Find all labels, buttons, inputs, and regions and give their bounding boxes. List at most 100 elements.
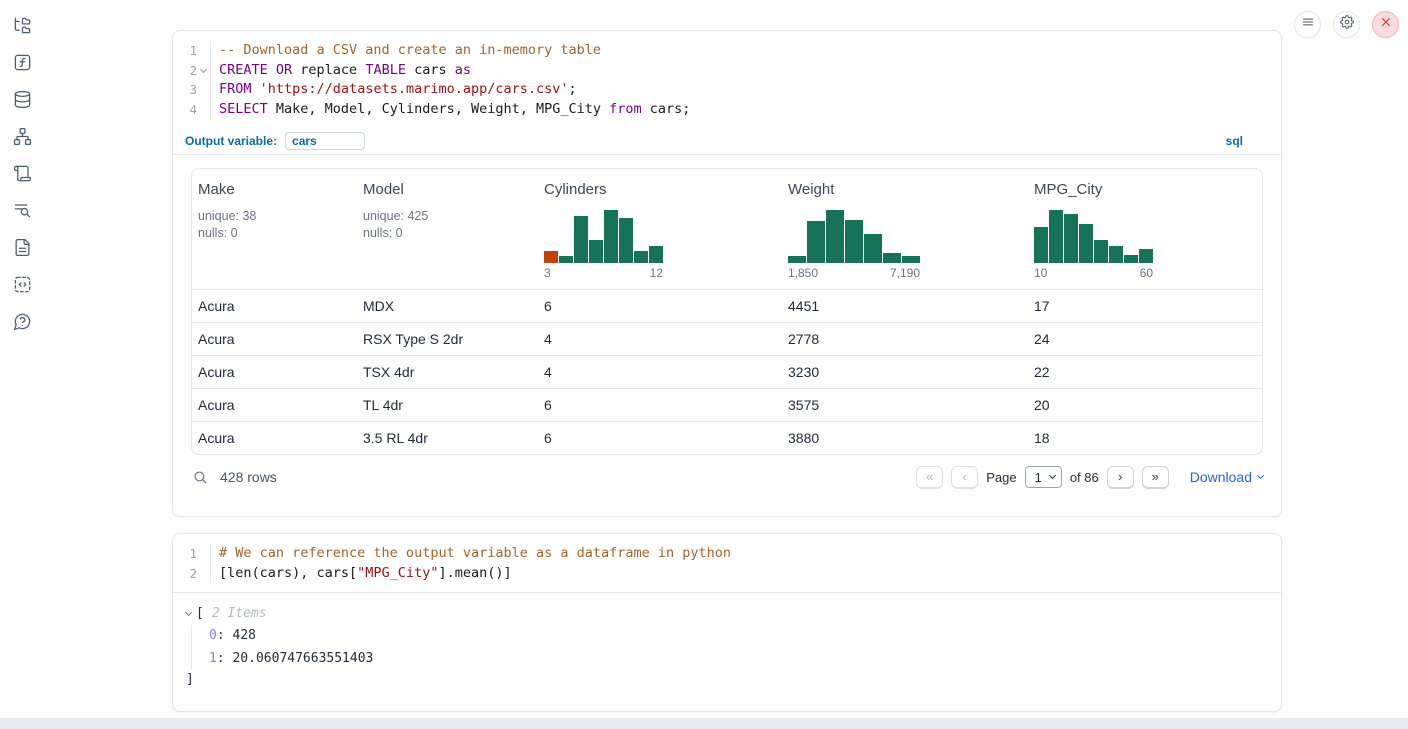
code-line[interactable]: 2CREATE OR replace TABLE cars as xyxy=(173,61,1281,81)
code-token: cars; xyxy=(642,101,691,117)
python-code-editor[interactable]: 1# We can reference the output variable … xyxy=(173,534,1281,593)
last-page-button[interactable]: » xyxy=(1142,466,1169,489)
histogram-bar xyxy=(544,251,558,263)
list-tree-header[interactable]: [ 2 Items xyxy=(186,606,1263,621)
python-output: [ 2 Items 0: 4281: 20.060747663551403 ] xyxy=(173,593,1281,690)
items-count-label: 2 Items xyxy=(212,606,267,621)
search-icon[interactable] xyxy=(192,469,209,486)
stat-line: nulls: 0 xyxy=(363,225,538,242)
histogram-bar xyxy=(1079,224,1093,263)
code-line[interactable]: 1# We can reference the output variable … xyxy=(173,544,1281,564)
column-header-mpg_city[interactable]: MPG_City1060 xyxy=(1028,181,1262,280)
column-header-cylinders[interactable]: Cylinders 312 xyxy=(538,181,782,280)
histogram-bar xyxy=(1064,214,1078,263)
code-token: CREATE OR xyxy=(219,62,292,78)
row-count: 428 rows xyxy=(220,469,277,485)
histogram-bar xyxy=(559,256,573,263)
histogram-bar xyxy=(589,240,603,263)
code-token: FROM xyxy=(219,81,252,97)
close-button[interactable] xyxy=(1372,11,1399,38)
double-chevron-right-icon: » xyxy=(1152,469,1159,484)
table-cell: 17 xyxy=(1028,298,1262,314)
list-item: 0: 428 xyxy=(209,625,1263,648)
axis-min-label: 1,850 xyxy=(788,266,818,280)
column-name: Model xyxy=(363,181,538,198)
close-bracket: ] xyxy=(186,670,1263,690)
sql-cell: 1 -- Download a CSV and create an in-memo… xyxy=(172,30,1282,517)
dependency-graph-icon[interactable] xyxy=(12,126,32,146)
code-line[interactable]: 4SELECT Make, Model, Cylinders, Weight, … xyxy=(173,100,1281,120)
sql-code-editor[interactable]: 1 -- Download a CSV and create an in-memo… xyxy=(173,31,1281,128)
table-cell: 4451 xyxy=(782,298,1028,314)
download-button[interactable]: Download xyxy=(1190,469,1263,485)
snippets-icon[interactable] xyxy=(12,274,32,294)
histogram-bar xyxy=(619,218,633,263)
language-badge: sql xyxy=(1226,134,1243,148)
chevron-down-icon xyxy=(185,609,192,616)
help-icon[interactable] xyxy=(12,311,32,331)
output-variable-row: Output variable: sql xyxy=(173,128,1281,155)
chevron-down-icon xyxy=(1049,472,1056,479)
page-select[interactable]: 1 xyxy=(1025,466,1062,488)
code-token: ; xyxy=(569,81,577,97)
scratchpad-icon[interactable] xyxy=(12,163,32,183)
download-label: Download xyxy=(1190,469,1252,485)
code-line[interactable]: 2[len(cars), cars["MPG_City"].mean()] xyxy=(173,564,1281,584)
histogram-bar xyxy=(649,246,663,263)
page-select-value: 1 xyxy=(1035,470,1042,485)
functions-icon[interactable] xyxy=(12,52,32,72)
next-page-button[interactable]: › xyxy=(1107,466,1134,489)
histogram-bar xyxy=(634,251,648,263)
code-token: "MPG_City" xyxy=(357,565,438,581)
data-table: Makeunique: 38nulls: 0 Model unique: 425nu… xyxy=(191,168,1263,455)
column-header-model[interactable]: Model unique: 425nulls: 0 xyxy=(357,181,538,280)
column-name: Cylinders xyxy=(544,181,782,198)
table-row: AcuraTSX 4dr4323022 xyxy=(192,355,1262,388)
code-line[interactable]: 1 -- Download a CSV and create an in-memo… xyxy=(173,41,1281,61)
column-histogram[interactable]: 1060 xyxy=(1034,207,1262,280)
table-cell: 6 xyxy=(538,298,782,314)
output-variable-input[interactable] xyxy=(285,132,365,150)
code-token: Make, Model, Cylinders, Weight, MPG_City xyxy=(268,101,609,117)
code-token: SELECT xyxy=(219,101,268,117)
code-token: -- Download a CSV and create an in-memor… xyxy=(219,42,601,58)
code-token: from xyxy=(609,101,642,117)
histogram-axis-labels: 1060 xyxy=(1034,266,1153,280)
line-gutter: 3 xyxy=(173,80,211,100)
settings-button[interactable] xyxy=(1333,11,1360,38)
file-tree-icon[interactable] xyxy=(12,15,32,35)
table-footer: 428 rows « ‹ Page 1 of 86 › » Download xyxy=(173,455,1281,489)
column-histogram[interactable]: 312 xyxy=(544,207,782,280)
histogram-bar xyxy=(883,253,901,263)
table-cell: 3230 xyxy=(782,364,1028,380)
table-cell: Acura xyxy=(192,397,357,413)
prev-page-button[interactable]: ‹ xyxy=(951,466,978,489)
first-page-button[interactable]: « xyxy=(916,466,943,489)
table-cell: 2778 xyxy=(782,331,1028,347)
fold-chevron-icon[interactable] xyxy=(197,70,210,72)
double-chevron-left-icon: « xyxy=(926,469,933,484)
page-total-label: of 86 xyxy=(1070,470,1099,485)
histogram-bar xyxy=(1094,240,1108,263)
column-header-weight[interactable]: Weight1,8507,190 xyxy=(782,181,1028,280)
column-stats: unique: 425nulls: 0 xyxy=(363,208,538,242)
table-cell: Acura xyxy=(192,298,357,314)
menu-button[interactable] xyxy=(1294,11,1321,38)
stat-line: unique: 425 xyxy=(363,208,538,225)
code-line[interactable]: 3 FROM 'https://datasets.marimo.app/cars.… xyxy=(173,80,1281,100)
column-stats: unique: 38nulls: 0 xyxy=(198,208,357,242)
column-histogram[interactable]: 1,8507,190 xyxy=(788,207,1028,280)
column-header-make[interactable]: Makeunique: 38nulls: 0 xyxy=(192,181,357,280)
line-number: 3 xyxy=(189,80,197,100)
table-cell: RSX Type S 2dr xyxy=(357,331,538,347)
code-token: 'https://datasets.marimo.app/cars.csv' xyxy=(260,81,569,97)
documentation-icon[interactable] xyxy=(12,237,32,257)
table-cell: 4 xyxy=(538,331,782,347)
logs-search-icon[interactable] xyxy=(12,200,32,220)
item-value: 20.060747663551403 xyxy=(232,651,373,666)
line-gutter: 1 xyxy=(173,41,211,61)
histogram-bar xyxy=(826,210,844,263)
python-cell: 1# We can reference the output variable … xyxy=(172,533,1282,712)
database-icon[interactable] xyxy=(12,89,32,109)
table-cell: TL 4dr xyxy=(357,397,538,413)
